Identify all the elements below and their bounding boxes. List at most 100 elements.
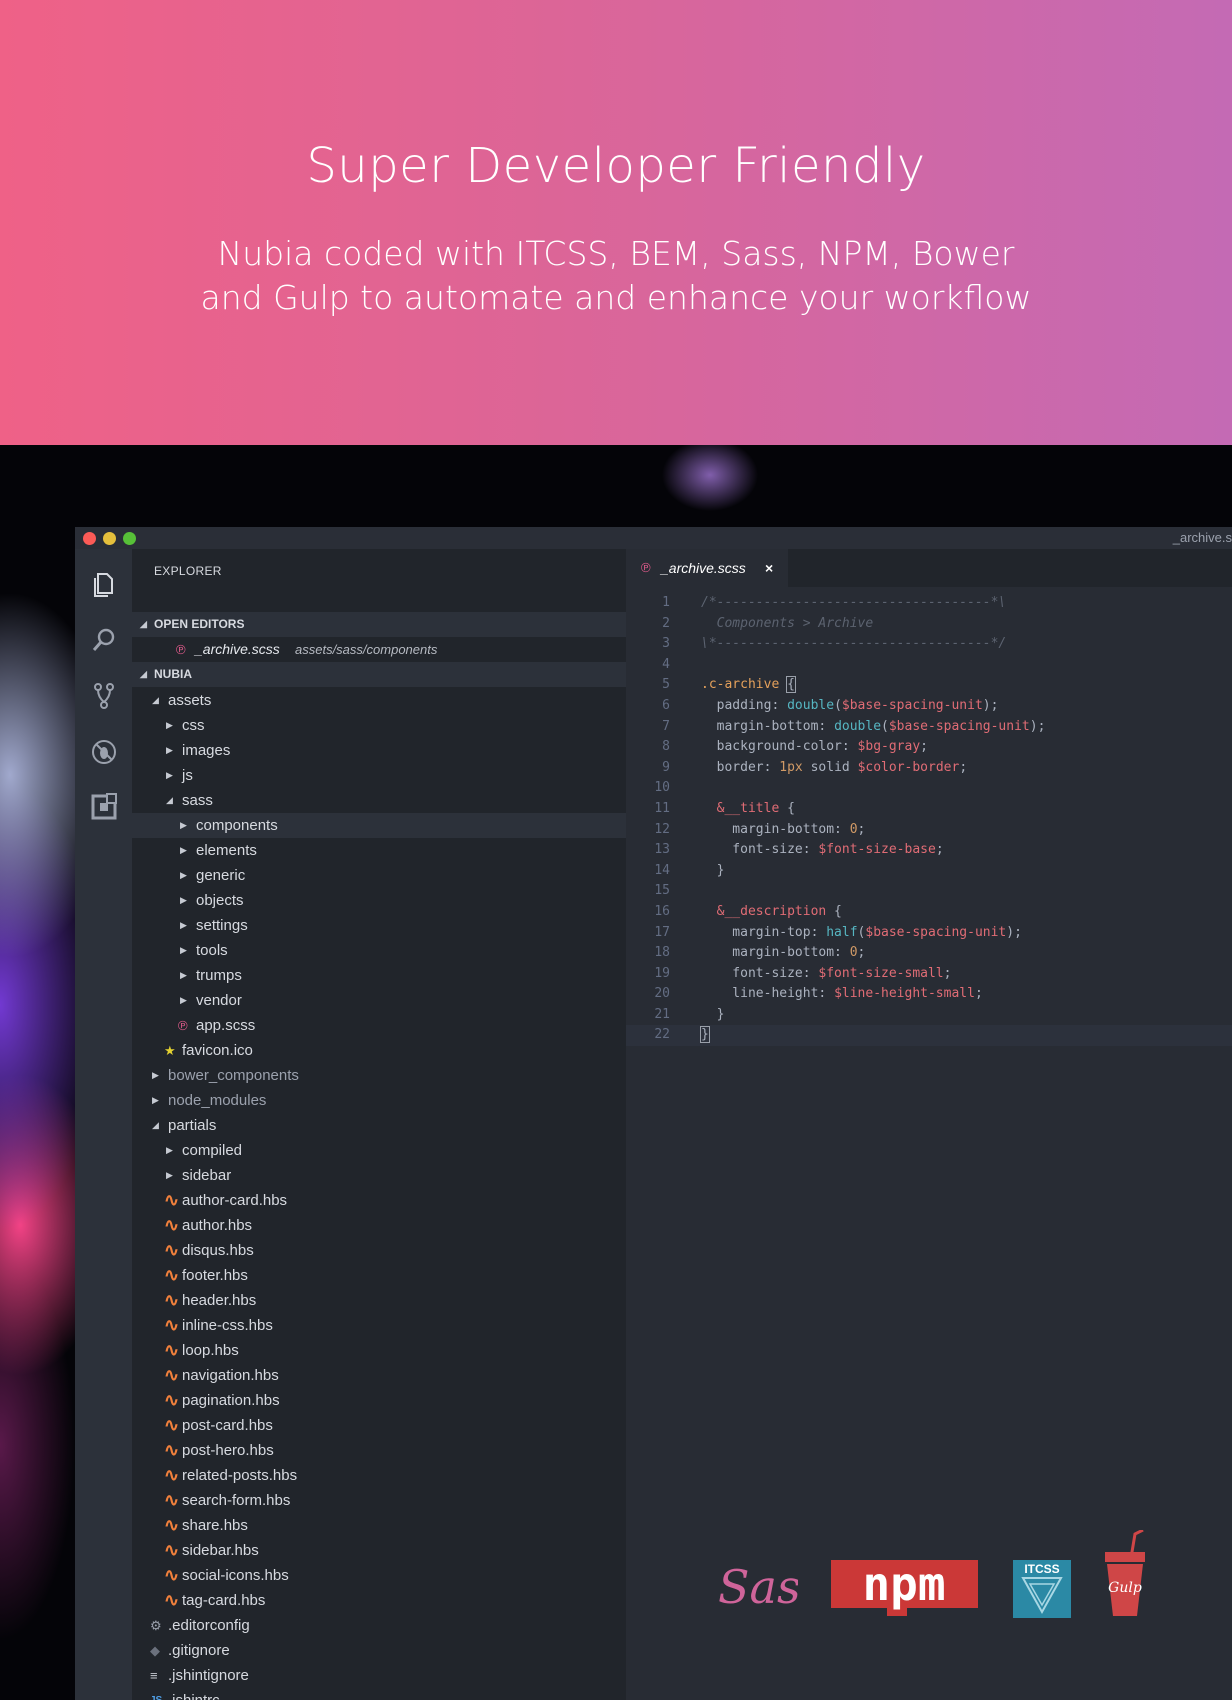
tree-item[interactable]: ▶ generic	[132, 863, 626, 888]
tree-item-label: compiled	[182, 1142, 243, 1159]
tree-item[interactable]: ∿ author.hbs	[132, 1213, 626, 1238]
code-token: double	[787, 697, 835, 713]
project-header[interactable]: ◢ NUBIA	[132, 662, 626, 687]
tree-item[interactable]: ▶ css	[132, 713, 626, 738]
tree-item[interactable]: JS .jshintrc	[132, 1688, 626, 1700]
code-token: Components > Archive	[701, 615, 874, 631]
code-text: margin-top: half($base-spacing-unit);	[701, 923, 1022, 944]
tree-item[interactable]: ◢ assets	[132, 688, 626, 713]
code-line: 9 border: 1px solid $color-border;	[626, 758, 1232, 779]
code-token: (	[881, 718, 889, 734]
code-token: &__title	[701, 800, 780, 816]
tree-item[interactable]: ∿ post-card.hbs	[132, 1413, 626, 1438]
open-editor-path: assets/sass/components	[295, 642, 438, 657]
tree-item[interactable]: ▶ elements	[132, 838, 626, 863]
line-number: 6	[662, 697, 670, 713]
code-token: );	[982, 697, 999, 713]
tree-item[interactable]: ∿ footer.hbs	[132, 1263, 626, 1288]
gulp-logo-text: Gulp	[1108, 1580, 1142, 1596]
tree-item[interactable]: ∿ search-form.hbs	[132, 1488, 626, 1513]
tree-item[interactable]: ∿ header.hbs	[132, 1288, 626, 1313]
tree-item[interactable]: ∿ loop.hbs	[132, 1338, 626, 1363]
tree-item[interactable]: ∿ related-posts.hbs	[132, 1463, 626, 1488]
code-text: /*-----------------------------------*\	[701, 593, 1006, 614]
open-editors-header[interactable]: ◢ OPEN EDITORS	[132, 612, 626, 637]
tree-item[interactable]: ≡ .jshintignore	[132, 1663, 626, 1688]
svg-text:npm: npm	[862, 1560, 945, 1611]
tree-item[interactable]: ▶ compiled	[132, 1138, 626, 1163]
tree-item[interactable]: ∿ post-hero.hbs	[132, 1438, 626, 1463]
tree-item[interactable]: ◆ .gitignore	[132, 1638, 626, 1663]
search-icon[interactable]	[89, 625, 119, 655]
tree-item[interactable]: ▶ sidebar	[132, 1163, 626, 1188]
javascript-icon: JS	[150, 1688, 162, 1700]
close-window-button[interactable]	[83, 532, 96, 545]
code-token: padding:	[701, 697, 788, 713]
code-text: margin-bottom: 0;	[701, 820, 865, 841]
gulp-logo: Gulp	[1105, 1530, 1145, 1616]
extensions-icon[interactable]	[89, 792, 119, 822]
tree-item[interactable]: ▶ components	[132, 813, 626, 838]
line-number: 1	[662, 595, 670, 610]
tree-item[interactable]: ▶ images	[132, 738, 626, 763]
handlebars-icon: ∿	[164, 1265, 180, 1285]
tree-item[interactable]: ∿ navigation.hbs	[132, 1363, 626, 1388]
tree-item[interactable]: ∿ pagination.hbs	[132, 1388, 626, 1413]
handlebars-icon: ∿	[164, 1565, 180, 1585]
tree-item[interactable]: ℗ app.scss	[132, 1013, 626, 1038]
tree-item[interactable]: ◢ sass	[132, 788, 626, 813]
tree-item[interactable]: ▶ objects	[132, 888, 626, 913]
tree-item[interactable]: ∿ disqus.hbs	[132, 1238, 626, 1263]
caret-right-icon: ▶	[166, 1145, 173, 1155]
code-token: $line-height-small	[834, 986, 975, 1002]
code-text: }	[700, 1025, 710, 1046]
caret-right-icon: ▶	[166, 1170, 173, 1180]
tree-item[interactable]: ⚙ .editorconfig	[132, 1613, 626, 1638]
tab-archive-scss[interactable]: ℗ _archive.scss ×	[626, 549, 788, 587]
code-line: 17 margin-top: half($base-spacing-unit);	[626, 923, 1232, 944]
tab-bar: ℗ _archive.scss ×	[626, 549, 1232, 587]
tree-item[interactable]: ∿ inline-css.hbs	[132, 1313, 626, 1338]
code-line: 3 \*-----------------------------------*/	[626, 634, 1232, 655]
code-text: border: 1px solid $color-border;	[701, 758, 968, 779]
tree-item[interactable]: ▶ js	[132, 763, 626, 788]
caret-right-icon: ▶	[180, 995, 187, 1005]
tree-item-label: header.hbs	[182, 1292, 257, 1309]
code-token: ;	[857, 821, 866, 837]
code-line: 14 }	[626, 861, 1232, 882]
tree-item[interactable]: ★ favicon.ico	[132, 1038, 626, 1063]
debug-icon[interactable]	[89, 737, 119, 767]
line-number: 17	[654, 924, 670, 940]
tree-item[interactable]: ∿ tag-card.hbs	[132, 1588, 626, 1613]
caret-right-icon: ▶	[166, 770, 173, 780]
code-line: 12 margin-bottom: 0;	[626, 820, 1232, 841]
tree-item[interactable]: ∿ sidebar.hbs	[132, 1538, 626, 1563]
files-icon[interactable]	[89, 570, 119, 600]
code-area[interactable]: 1 /*-----------------------------------*\…	[626, 593, 1232, 1047]
maximize-window-button[interactable]	[123, 532, 136, 545]
handlebars-icon: ∿	[164, 1240, 180, 1260]
close-icon[interactable]: ×	[765, 549, 773, 587]
tree-item[interactable]: ∿ social-icons.hbs	[132, 1563, 626, 1588]
source-control-icon[interactable]	[89, 681, 119, 711]
tree-item[interactable]: ▶ trumps	[132, 963, 626, 988]
open-editor-item[interactable]: ℗ _archive.scss assets/sass/components	[132, 637, 626, 662]
caret-right-icon: ▶	[166, 720, 173, 730]
tree-item[interactable]: ∿ share.hbs	[132, 1513, 626, 1538]
tree-item-label: sidebar.hbs	[182, 1542, 259, 1559]
line-number: 2	[662, 615, 670, 631]
tree-item[interactable]: ◢ partials	[132, 1113, 626, 1138]
code-text: font-size: $font-size-base;	[701, 840, 943, 861]
caret-down-icon: ◢	[140, 669, 147, 679]
tree-item-label: settings	[196, 917, 248, 934]
tree-item[interactable]: ▶ tools	[132, 938, 626, 963]
tree-item[interactable]: ▶ bower_components	[132, 1063, 626, 1088]
code-text: Components > Archive	[701, 614, 874, 635]
tree-item[interactable]: ▶ node_modules	[132, 1088, 626, 1113]
tree-item[interactable]: ▶ settings	[132, 913, 626, 938]
tree-item[interactable]: ▶ vendor	[132, 988, 626, 1013]
svg-text:ITCSS: ITCSS	[1024, 1562, 1059, 1576]
hero-subtitle-line-1: Nubia coded with ITCSS, BEM, Sass, NPM, …	[217, 234, 1015, 273]
minimize-window-button[interactable]	[103, 532, 116, 545]
tree-item[interactable]: ∿ author-card.hbs	[132, 1188, 626, 1213]
